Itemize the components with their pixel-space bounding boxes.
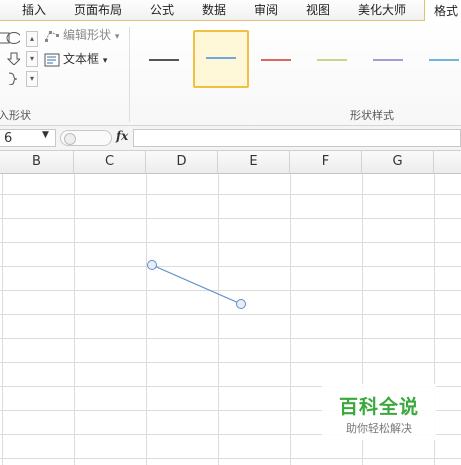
tab-data[interactable]: 数据 bbox=[194, 2, 234, 20]
line-start-handle[interactable] bbox=[147, 260, 157, 270]
ribbon-group-divider bbox=[129, 27, 130, 122]
name-box-value: 6 bbox=[4, 131, 13, 146]
tab-view[interactable]: 视图 bbox=[298, 2, 338, 20]
tab-format[interactable]: 格式 bbox=[424, 0, 461, 22]
tab-review[interactable]: 审阅 bbox=[246, 2, 286, 20]
style-line-swatch bbox=[149, 59, 179, 61]
watermark: 百科全说 助你轻松解决 bbox=[322, 384, 436, 440]
style-line-swatch bbox=[429, 59, 459, 61]
shapes-scroll-down-button[interactable]: ▾ bbox=[26, 51, 38, 67]
ribbon-tab-bar: 插入 页面布局 公式 数据 审阅 视图 美化大师 格式 bbox=[0, 0, 461, 22]
text-box-button[interactable]: 文本框 ▾ bbox=[44, 51, 107, 67]
name-box-dropdown-icon[interactable]: ▼ bbox=[42, 130, 49, 140]
line-shape-stroke[interactable] bbox=[151, 264, 242, 305]
style-line-swatch bbox=[373, 59, 403, 61]
insert-shapes-group-label: 入形状 bbox=[0, 109, 31, 122]
shape-styles-gallery bbox=[135, 27, 461, 89]
column-header-g[interactable]: G bbox=[362, 151, 434, 173]
text-box-dropdown-icon: ▾ bbox=[102, 56, 108, 66]
oval-shape-icon[interactable] bbox=[6, 31, 20, 45]
tab-page-layout[interactable]: 页面布局 bbox=[68, 2, 128, 20]
shapes-more-button[interactable]: ▾ bbox=[26, 71, 38, 87]
insert-function-button[interactable]: fx bbox=[116, 129, 128, 143]
shapes-scroll-up-button[interactable]: ▴ bbox=[26, 31, 38, 47]
edit-shape-button[interactable]: 编辑形状 ▾ bbox=[44, 27, 119, 43]
down-arrow-shape-icon[interactable] bbox=[6, 51, 20, 65]
column-header-e[interactable]: E bbox=[218, 151, 290, 173]
column-header-b[interactable]: B bbox=[0, 151, 74, 173]
formula-bar-toggle[interactable] bbox=[60, 130, 112, 146]
ribbon: ▴ ▾ ▾ 编辑形状 ▾ 文本框 ▾ 入形状 形状样式 bbox=[0, 21, 461, 126]
style-line-swatch bbox=[317, 59, 347, 61]
edit-shape-label: 编辑形状 bbox=[63, 28, 112, 42]
text-box-icon bbox=[44, 53, 60, 66]
shape-style-option-5[interactable] bbox=[361, 32, 415, 86]
brace-shape-icon[interactable] bbox=[6, 71, 20, 85]
watermark-subtitle: 助你轻松解决 bbox=[346, 422, 412, 435]
style-line-swatch bbox=[206, 57, 236, 59]
formula-input[interactable] bbox=[133, 129, 461, 147]
column-header-d[interactable]: D bbox=[146, 151, 218, 173]
shape-styles-group-label: 形状样式 bbox=[350, 109, 394, 122]
column-header-c[interactable]: C bbox=[74, 151, 146, 173]
watermark-title: 百科全说 bbox=[338, 396, 419, 418]
column-header-f[interactable]: F bbox=[290, 151, 362, 173]
tab-formulas[interactable]: 公式 bbox=[142, 2, 182, 20]
shape-style-option-4[interactable] bbox=[305, 32, 359, 86]
shape-style-option-2[interactable] bbox=[193, 30, 249, 88]
tab-insert[interactable]: 插入 bbox=[14, 2, 54, 20]
column-header-h[interactable] bbox=[434, 151, 461, 173]
text-box-label: 文本框 bbox=[63, 52, 100, 66]
toggle-knob-icon bbox=[64, 133, 76, 145]
edit-points-icon bbox=[45, 30, 59, 42]
style-line-swatch bbox=[261, 59, 291, 61]
formula-bar: 6 ▼ fx bbox=[0, 126, 461, 151]
tab-beautify-master[interactable]: 美化大师 bbox=[350, 2, 414, 20]
shape-style-option-3[interactable] bbox=[249, 32, 303, 86]
shape-style-option-6[interactable] bbox=[417, 32, 461, 86]
shape-style-option-1[interactable] bbox=[137, 32, 191, 86]
line-end-handle[interactable] bbox=[236, 299, 246, 309]
column-header-row: B C D E F G bbox=[0, 151, 461, 174]
edit-shape-dropdown-icon: ▾ bbox=[114, 32, 120, 42]
